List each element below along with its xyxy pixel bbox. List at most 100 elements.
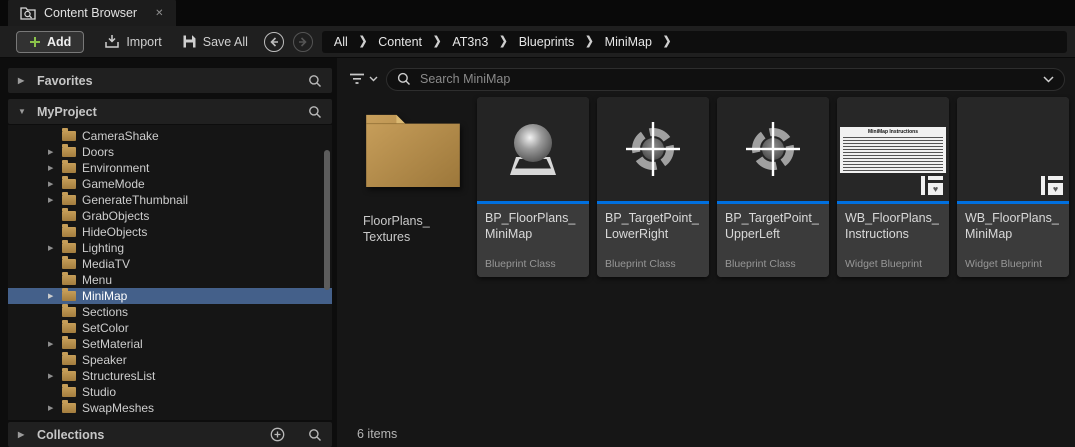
breadcrumb-item-all[interactable]: All [334, 35, 348, 49]
asset-bp-targetpoint-lowerright[interactable]: BP_TargetPoint_ LowerRight Blueprint Cla… [597, 97, 709, 277]
heart-icon: ♥ [932, 183, 939, 194]
folder-icon [62, 160, 76, 173]
tree-item-generatethumbnail[interactable]: ▶ GenerateThumbnail [8, 192, 332, 208]
expand-collapsed-icon[interactable]: ▶ [48, 244, 62, 252]
folder-icon [62, 192, 76, 205]
tree-item-label: Studio [82, 385, 117, 399]
target-point-thumbnail [746, 122, 800, 176]
asset-bp-targetpoint-upperleft[interactable]: BP_TargetPoint_ UpperLeft Blueprint Clas… [717, 97, 829, 277]
chevron-right-icon: ❯ [433, 35, 442, 48]
forward-arrow-icon [298, 36, 307, 47]
sidebar: ▶ Favorites ▼ MyProject CameraShake ▶ Doo… [8, 62, 332, 447]
asset-folder-floorplans-textures[interactable]: FloorPlans_ Textures [357, 97, 469, 277]
toolbar: Add Import Save All All ❯ Content ❯ AT3n… [0, 26, 1075, 58]
asset-wb-floorplans-minimap[interactable]: ♥ WB_FloorPlans_ MiniMap Widget Blueprin… [957, 97, 1069, 277]
asset-type-label: Blueprint Class [725, 258, 796, 270]
folder-icon [62, 336, 76, 349]
widget-blueprint-icon: ♥ [1041, 176, 1063, 195]
tree-item-setmaterial[interactable]: ▶ SetMaterial [8, 336, 332, 352]
breadcrumb-item-blueprints[interactable]: Blueprints [519, 35, 575, 49]
import-icon [105, 35, 120, 48]
asset-bp-floorplans-minimap[interactable]: BP_FloorPlans_ MiniMap Blueprint Class [477, 97, 589, 277]
tree-item-studio[interactable]: Studio [8, 384, 332, 400]
asset-type-label: Blueprint Class [605, 258, 676, 270]
myproject-section-header[interactable]: ▼ MyProject [8, 99, 332, 124]
favorites-section-header[interactable]: ▶ Favorites [8, 68, 332, 93]
tab-strip: Content Browser ✕ [0, 0, 1075, 26]
search-icon[interactable] [308, 105, 322, 119]
expand-collapsed-icon[interactable]: ▶ [48, 148, 62, 156]
import-button[interactable]: Import [104, 34, 162, 49]
add-collection-icon[interactable] [270, 427, 285, 442]
content-browser-icon [20, 7, 36, 20]
tree-item-lighting[interactable]: ▶ Lighting [8, 240, 332, 256]
close-tab-icon[interactable]: ✕ [155, 8, 163, 19]
tree-item-minimap[interactable]: ▶ MiniMap [8, 288, 332, 304]
forward-button[interactable] [292, 31, 313, 52]
folder-icon [62, 384, 76, 397]
expand-collapsed-icon[interactable]: ▶ [48, 404, 62, 412]
folder-icon [62, 240, 76, 253]
search-icon[interactable] [308, 428, 322, 442]
tree-item-speaker[interactable]: Speaker [8, 352, 332, 368]
expand-collapsed-icon[interactable]: ▶ [18, 76, 28, 85]
breadcrumb-item-content[interactable]: Content [378, 35, 422, 49]
chevron-right-icon: ❯ [358, 35, 368, 48]
tree-item-structureslist[interactable]: ▶ StructuresList [8, 368, 332, 384]
tree-item-environment[interactable]: ▶ Environment [8, 160, 332, 176]
breadcrumb-item-at3n3[interactable]: AT3n3 [452, 35, 488, 49]
expand-collapsed-icon[interactable]: ▶ [48, 164, 62, 172]
filter-button[interactable] [349, 73, 378, 85]
tree-item-label: MiniMap [82, 289, 128, 303]
folder-icon [62, 400, 76, 413]
tree-item-sections[interactable]: Sections [8, 304, 332, 320]
asset-wb-floorplans-instructions[interactable]: MiniMap Instructions ♥ WB_FloorPlans_ In… [837, 97, 949, 277]
tree-item-swapmeshes[interactable]: ▶ SwapMeshes [8, 400, 332, 416]
chevron-down-icon[interactable] [1043, 75, 1054, 83]
widget-blueprint-icon: ♥ [921, 176, 943, 195]
tree-item-doors[interactable]: ▶ Doors [8, 144, 332, 160]
sphere-thumbnail [510, 124, 556, 175]
chevron-right-icon[interactable]: ❯ [663, 35, 671, 48]
search-icon [397, 72, 411, 86]
tree-item-label: GenerateThumbnail [82, 193, 189, 207]
breadcrumb-item-minimap[interactable]: MiniMap [605, 35, 652, 49]
tree-item-label: GameMode [82, 177, 145, 191]
tree-item-hideobjects[interactable]: HideObjects [8, 224, 332, 240]
collections-section-header[interactable]: ▶ Collections [8, 422, 332, 447]
search-box[interactable] [386, 67, 1065, 91]
folder-icon [62, 272, 76, 285]
tree-item-setcolor[interactable]: SetColor [8, 320, 332, 336]
favorites-label: Favorites [37, 73, 93, 88]
tree-item-grabobjects[interactable]: GrabObjects [8, 208, 332, 224]
expand-collapsed-icon[interactable]: ▶ [18, 430, 28, 439]
expand-collapsed-icon[interactable]: ▶ [48, 372, 62, 380]
instructions-thumbnail-text [843, 137, 943, 173]
folder-icon [62, 304, 76, 317]
expand-collapsed-icon[interactable]: ▶ [48, 340, 62, 348]
search-input[interactable] [418, 71, 1036, 87]
tree-item-label: GrabObjects [82, 209, 150, 223]
tree-item-gamemode[interactable]: ▶ GameMode [8, 176, 332, 192]
tab-content-browser[interactable]: Content Browser ✕ [8, 0, 176, 26]
tree-item-label: SwapMeshes [82, 401, 155, 415]
tree-item-label: MediaTV [82, 257, 131, 271]
asset-name: WB_FloorPlans_ Instructions [845, 211, 939, 241]
tree-scrollbar[interactable] [324, 150, 330, 290]
expand-collapsed-icon[interactable]: ▶ [48, 292, 62, 300]
back-button[interactable] [263, 31, 284, 52]
add-button[interactable]: Add [16, 30, 85, 53]
tree-item-label: StructuresList [82, 369, 156, 383]
tree-item-mediatv[interactable]: MediaTV [8, 256, 332, 272]
expand-expanded-icon[interactable]: ▼ [18, 107, 28, 116]
expand-collapsed-icon[interactable]: ▶ [48, 196, 62, 204]
add-plus-icon [30, 36, 40, 47]
instructions-thumbnail-title: MiniMap Instructions [868, 129, 918, 135]
tree-item-camerashake[interactable]: CameraShake [8, 128, 332, 144]
expand-collapsed-icon[interactable]: ▶ [48, 180, 62, 188]
save-all-icon [183, 35, 196, 48]
search-icon[interactable] [308, 74, 322, 88]
save-all-button[interactable]: Save All [182, 34, 248, 49]
asset-name: BP_FloorPlans_ MiniMap [485, 211, 576, 241]
tree-item-menu[interactable]: Menu [8, 272, 332, 288]
